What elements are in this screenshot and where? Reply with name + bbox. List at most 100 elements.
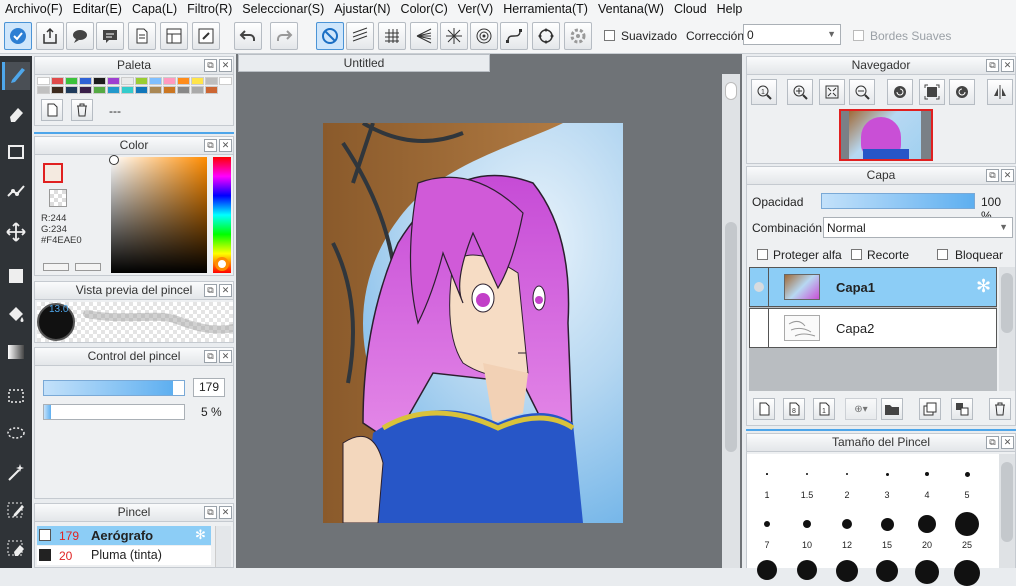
artwork-canvas[interactable] bbox=[323, 123, 623, 523]
popout-icon[interactable]: ⧉ bbox=[986, 59, 999, 72]
popout-icon[interactable]: ⧉ bbox=[986, 169, 999, 182]
scrollbar-thumb[interactable] bbox=[725, 222, 737, 452]
brush-size-dot[interactable] bbox=[885, 472, 889, 476]
gradient-tool-icon[interactable] bbox=[2, 338, 30, 366]
snap-off-icon[interactable] bbox=[316, 22, 344, 50]
rotate-right-icon[interactable] bbox=[949, 79, 975, 105]
palette-swatch[interactable] bbox=[205, 77, 218, 85]
popout-icon[interactable]: ⧉ bbox=[204, 350, 217, 363]
palette-swatch[interactable] bbox=[51, 77, 64, 85]
brush-size-dot[interactable] bbox=[836, 560, 858, 582]
menu-item[interactable]: Herramienta(T) bbox=[498, 2, 593, 16]
palette-swatch[interactable] bbox=[135, 86, 148, 94]
new-layer-icon[interactable] bbox=[753, 398, 775, 420]
zoom-out-icon[interactable] bbox=[849, 79, 875, 105]
folder-icon[interactable] bbox=[881, 398, 903, 420]
document-icon[interactable] bbox=[128, 22, 156, 50]
close-icon[interactable]: ✕ bbox=[1001, 436, 1014, 449]
palette-swatch[interactable] bbox=[177, 77, 190, 85]
rectangle-select-tool-icon[interactable] bbox=[2, 138, 30, 166]
brush-size-dot[interactable] bbox=[803, 520, 811, 528]
brush-size-dot[interactable] bbox=[964, 471, 970, 477]
palette-swatch[interactable] bbox=[163, 86, 176, 94]
correction-select[interactable]: 0 ▼ bbox=[743, 24, 841, 45]
new-palette-icon[interactable] bbox=[41, 99, 63, 121]
palette-swatch[interactable] bbox=[107, 77, 120, 85]
brush-size-slider[interactable] bbox=[43, 380, 185, 396]
palette-swatch[interactable] bbox=[107, 86, 120, 94]
scrollbar-up[interactable] bbox=[725, 82, 737, 100]
curve-icon[interactable] bbox=[500, 22, 528, 50]
close-icon[interactable]: ✕ bbox=[219, 139, 232, 152]
layer-row-capa2[interactable]: Capa2 bbox=[749, 308, 997, 348]
lasso-tool-icon[interactable] bbox=[2, 420, 30, 448]
palette-swatch[interactable] bbox=[93, 86, 106, 94]
fit-screen-icon[interactable] bbox=[819, 79, 845, 105]
gear-icon[interactable]: ✻ bbox=[195, 527, 206, 543]
select-tool-toggle-button[interactable] bbox=[4, 22, 32, 50]
primary-color-swatch[interactable] bbox=[43, 163, 63, 183]
scrollbar-thumb[interactable] bbox=[1001, 462, 1013, 542]
brush-size-dot[interactable] bbox=[918, 515, 936, 533]
magic-wand-tool-icon[interactable] bbox=[2, 458, 30, 486]
trash-icon[interactable] bbox=[989, 398, 1011, 420]
hue-slider[interactable] bbox=[213, 157, 231, 273]
menu-item[interactable]: Help bbox=[712, 2, 748, 16]
close-icon[interactable]: ✕ bbox=[1001, 169, 1014, 182]
chat-bubble-icon[interactable] bbox=[66, 22, 94, 50]
fill-rectangle-tool-icon[interactable] bbox=[2, 262, 30, 290]
palette-swatch[interactable] bbox=[177, 86, 190, 94]
undo-icon[interactable] bbox=[234, 22, 262, 50]
brush-list-scrollbar[interactable] bbox=[215, 526, 231, 567]
palette-swatch[interactable] bbox=[149, 86, 162, 94]
palette-swatch[interactable] bbox=[93, 77, 106, 85]
lock-checkbox[interactable] bbox=[937, 249, 948, 260]
soft-edges-checkbox[interactable] bbox=[853, 30, 864, 41]
menu-item[interactable]: Color(C) bbox=[396, 2, 453, 16]
popout-icon[interactable]: ⧉ bbox=[204, 59, 217, 72]
palette-swatch[interactable] bbox=[121, 86, 134, 94]
palette-swatch[interactable] bbox=[205, 86, 218, 94]
brush-size-dot[interactable] bbox=[845, 472, 849, 476]
palette-swatch[interactable] bbox=[37, 77, 50, 85]
brush-size-dot[interactable] bbox=[766, 473, 768, 475]
color-mode-button[interactable] bbox=[75, 263, 101, 271]
clipping-checkbox[interactable] bbox=[851, 249, 862, 260]
comment-icon[interactable] bbox=[96, 22, 124, 50]
layer-list-scrollbar[interactable] bbox=[999, 267, 1015, 391]
popout-icon[interactable]: ⧉ bbox=[204, 506, 217, 519]
palette-swatch[interactable] bbox=[149, 77, 162, 85]
palette-swatch[interactable] bbox=[121, 77, 134, 85]
menu-item[interactable]: Ver(V) bbox=[453, 2, 498, 16]
zoom-actual-icon[interactable]: 1 bbox=[751, 79, 777, 105]
zoom-in-icon[interactable] bbox=[787, 79, 813, 105]
perspective-icon[interactable] bbox=[410, 22, 438, 50]
palette-swatch[interactable] bbox=[51, 86, 64, 94]
gear-icon[interactable] bbox=[564, 22, 592, 50]
bucket-tool-icon[interactable] bbox=[2, 300, 30, 328]
brush-size-input[interactable]: 179 bbox=[193, 378, 225, 397]
brush-size-dot[interactable] bbox=[757, 560, 777, 580]
gear-icon[interactable]: ✻ bbox=[976, 276, 991, 297]
menu-item[interactable]: Editar(E) bbox=[68, 2, 127, 16]
brush-size-dot[interactable] bbox=[842, 519, 852, 529]
palette-swatch[interactable] bbox=[135, 77, 148, 85]
menu-item[interactable]: Capa(L) bbox=[127, 2, 182, 16]
pen-select-tool-icon[interactable] bbox=[2, 496, 30, 524]
smoothing-checkbox[interactable] bbox=[604, 30, 615, 41]
document-tab[interactable]: Untitled bbox=[238, 54, 490, 72]
new-1bit-layer-icon[interactable]: 1 bbox=[813, 398, 835, 420]
brush-size-dot[interactable] bbox=[806, 473, 808, 475]
close-icon[interactable]: ✕ bbox=[1001, 59, 1014, 72]
palette-swatch[interactable] bbox=[191, 77, 204, 85]
protect-alpha-checkbox[interactable] bbox=[757, 249, 768, 260]
rotate-left-icon[interactable] bbox=[887, 79, 913, 105]
brush-item-airbrush[interactable]: 179 Aerógrafo ✻ bbox=[37, 526, 211, 545]
canvas-vertical-scrollbar[interactable] bbox=[722, 74, 740, 568]
parallel-lines-icon[interactable] bbox=[346, 22, 374, 50]
brush-size-dot[interactable] bbox=[954, 560, 980, 586]
dotted-select-tool-icon[interactable] bbox=[2, 382, 30, 410]
popout-icon[interactable]: ⧉ bbox=[204, 284, 217, 297]
color-mode-button[interactable] bbox=[43, 263, 69, 271]
popout-icon[interactable]: ⧉ bbox=[986, 436, 999, 449]
